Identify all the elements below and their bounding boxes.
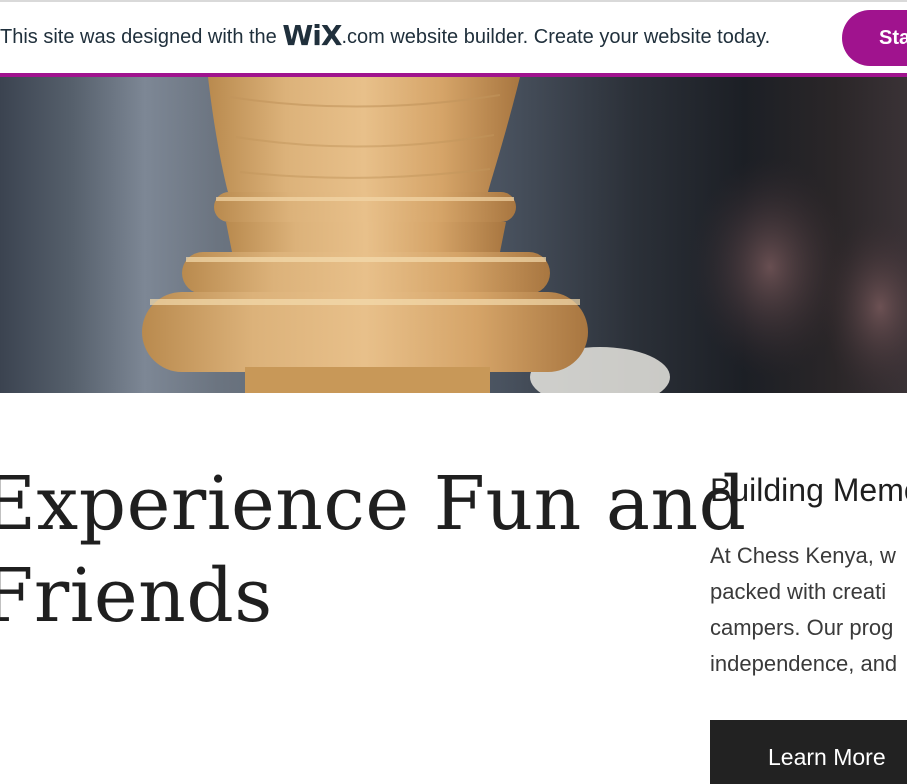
page: This site was designed with the WiX.com … — [0, 0, 907, 784]
page-headline: Experience Fun and Friends — [0, 458, 747, 642]
section-subheading: Building Memories — [710, 472, 907, 508]
wix-logo[interactable]: WiX — [282, 19, 342, 52]
body-line: independence, and — [710, 651, 898, 676]
headline-line-2: Friends — [0, 553, 273, 639]
body-line: At Chess Kenya, w — [710, 543, 896, 568]
wix-banner-text-end: .com website builder. Create your websit… — [341, 26, 771, 48]
learn-more-button[interactable]: Learn More — [710, 720, 907, 784]
start-now-button[interactable]: Start Now — [842, 10, 907, 66]
hero-image — [0, 77, 907, 393]
wix-promo-banner: This site was designed with the WiX.com … — [0, 0, 907, 73]
headline-line-1: Experience Fun and — [0, 461, 747, 547]
body-line: campers. Our prog — [710, 615, 894, 640]
wix-banner-text: This site was designed with the WiX.com … — [0, 18, 770, 55]
chess-piece-image — [142, 77, 907, 393]
body-line: packed with creati — [710, 579, 887, 604]
section-body-text: At Chess Kenya, w packed with creati cam… — [710, 538, 897, 682]
wix-banner-text-start: This site was designed with the — [0, 26, 283, 48]
